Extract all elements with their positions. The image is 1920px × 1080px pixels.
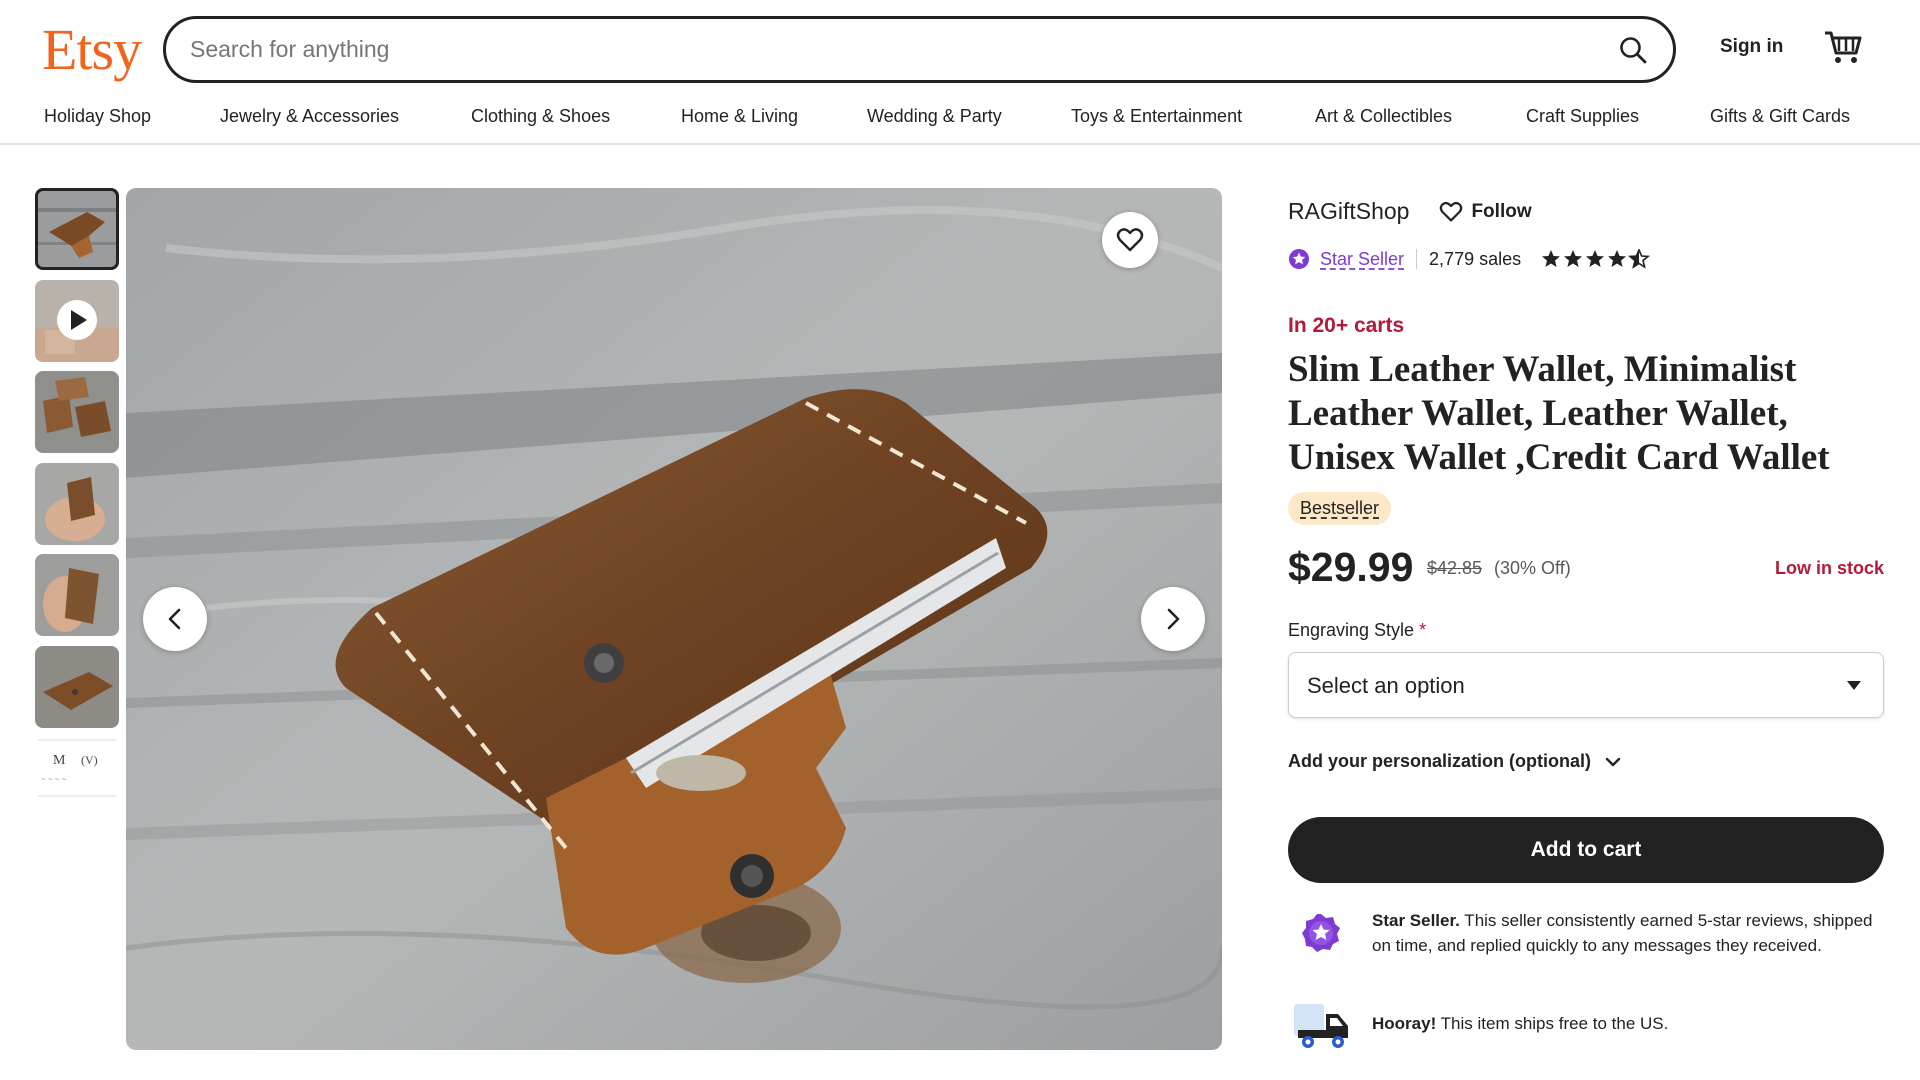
category-home-living[interactable]: Home & Living xyxy=(681,106,798,127)
chevron-down-icon xyxy=(1605,757,1621,766)
divider xyxy=(1416,249,1418,269)
thumbnail-video[interactable] xyxy=(35,280,119,362)
bestseller-label: Bestseller xyxy=(1300,498,1380,518)
thumbnail-3[interactable] xyxy=(35,371,119,453)
discount-label: (30% Off) xyxy=(1494,558,1571,578)
thumbnail-1[interactable] xyxy=(35,188,119,270)
main-product-image[interactable] xyxy=(126,188,1222,1050)
search-icon xyxy=(1620,37,1647,64)
follow-label: Follow xyxy=(1471,200,1532,222)
chevron-right-icon xyxy=(1167,608,1180,630)
wallet-thumbnail-image xyxy=(35,188,119,270)
star-seller-link[interactable]: Star Seller xyxy=(1320,249,1404,270)
engraving-style-label: Engraving Style * xyxy=(1288,620,1426,641)
svg-text:~ ~ ~ ~: ~ ~ ~ ~ xyxy=(41,775,67,784)
leather-wallet-photo xyxy=(126,188,1222,1050)
wallet-closeup-thumbnail-image xyxy=(35,646,119,728)
category-jewelry-accessories[interactable]: Jewelry & Accessories xyxy=(220,106,399,127)
shipping-description: Hooray! This item ships free to the US. xyxy=(1372,1014,1668,1034)
stock-status: Low in stock xyxy=(1774,558,1884,578)
favorite-button[interactable] xyxy=(1102,212,1158,268)
category-gifts-gift-cards[interactable]: Gifts & Gift Cards xyxy=(1710,106,1850,127)
search-input[interactable] xyxy=(190,19,1560,80)
hand-wallet-thumbnail-image xyxy=(35,554,119,636)
thumbnail-5[interactable] xyxy=(35,554,119,636)
category-clothing-shoes[interactable]: Clothing & Shoes xyxy=(471,106,610,127)
search-bar[interactable] xyxy=(163,16,1676,83)
engraving-styles-thumbnail-image: M (V) ~ ~ ~ ~ xyxy=(35,738,119,798)
sales-count: 2,779 sales xyxy=(1429,248,1522,269)
category-toys-entertainment[interactable]: Toys & Entertainment xyxy=(1071,106,1242,127)
category-art-collectibles[interactable]: Art & Collectibles xyxy=(1315,106,1452,127)
engraving-label-text: Engraving Style xyxy=(1288,620,1415,640)
category-craft-supplies[interactable]: Craft Supplies xyxy=(1526,106,1639,127)
star-rating-icon xyxy=(1542,249,1651,269)
product-title: Slim Leather Wallet, Minimalist Leather … xyxy=(1288,349,1830,478)
search-button[interactable] xyxy=(1607,24,1659,76)
cart-notice: In 20+ carts xyxy=(1288,314,1405,337)
cart-icon xyxy=(1825,31,1862,63)
seller-stats-row: Star Seller 2,779 sales xyxy=(1288,248,1653,270)
caret-down-icon xyxy=(1847,681,1861,690)
sign-in-link[interactable]: Sign in xyxy=(1720,36,1783,58)
add-to-cart-button[interactable]: Add to cart xyxy=(1288,817,1884,883)
wallets-thumbnail-image xyxy=(35,371,119,453)
shipping-title: Hooray! xyxy=(1372,1014,1437,1033)
price-row: $29.99 $42.85 (30% Off) Low in stock xyxy=(1288,544,1884,594)
current-price: $29.99 xyxy=(1288,544,1414,590)
truck-icon xyxy=(1294,1004,1348,1048)
engraving-select-value: Select an option xyxy=(1307,673,1465,698)
personalization-toggle[interactable]: Add your personalization (optional) xyxy=(1288,751,1621,772)
thumbnail-6[interactable] xyxy=(35,646,119,728)
thumbnail-4[interactable] xyxy=(35,463,119,545)
star-seller-badge-icon xyxy=(1289,249,1309,269)
previous-image-button[interactable] xyxy=(143,587,207,651)
rating-stars[interactable] xyxy=(1541,249,1653,269)
svg-text:(V): (V) xyxy=(81,753,98,767)
thumbnail-engraving-styles[interactable]: M (V) ~ ~ ~ ~ xyxy=(35,738,119,798)
cart-button[interactable] xyxy=(1822,26,1864,68)
shipping-text: This item ships free to the US. xyxy=(1436,1014,1669,1033)
star-seller-badge-icon xyxy=(1302,914,1340,952)
engraving-style-select[interactable]: Select an option xyxy=(1288,652,1884,718)
bestseller-badge[interactable]: Bestseller xyxy=(1288,492,1392,525)
category-holiday-shop[interactable]: Holiday Shop xyxy=(44,106,151,127)
category-nav: Holiday Shop Jewelry & Accessories Cloth… xyxy=(0,98,1920,145)
heart-icon xyxy=(1440,201,1463,222)
follow-button[interactable]: Follow xyxy=(1439,200,1532,223)
site-header: Etsy Sign in xyxy=(0,0,1920,100)
required-marker: * xyxy=(1419,620,1427,640)
video-thumbnail-image xyxy=(35,280,119,362)
shop-name-link[interactable]: RAGiftShop xyxy=(1288,198,1409,225)
chevron-left-icon xyxy=(168,608,181,630)
hand-thumbnail-image xyxy=(35,463,119,545)
heart-icon xyxy=(1116,228,1144,252)
etsy-logo[interactable]: Etsy xyxy=(42,14,142,86)
star-seller-title: Star Seller. xyxy=(1372,911,1460,930)
shop-row: RAGiftShop Follow xyxy=(1288,198,1532,225)
next-image-button[interactable] xyxy=(1141,587,1205,651)
star-seller-description: Star Seller. This seller consistently ea… xyxy=(1372,908,1884,958)
category-wedding-party[interactable]: Wedding & Party xyxy=(867,106,1002,127)
personalization-label: Add your personalization (optional) xyxy=(1288,751,1591,771)
svg-text:M: M xyxy=(53,753,66,768)
original-price: $42.85 xyxy=(1427,558,1483,578)
